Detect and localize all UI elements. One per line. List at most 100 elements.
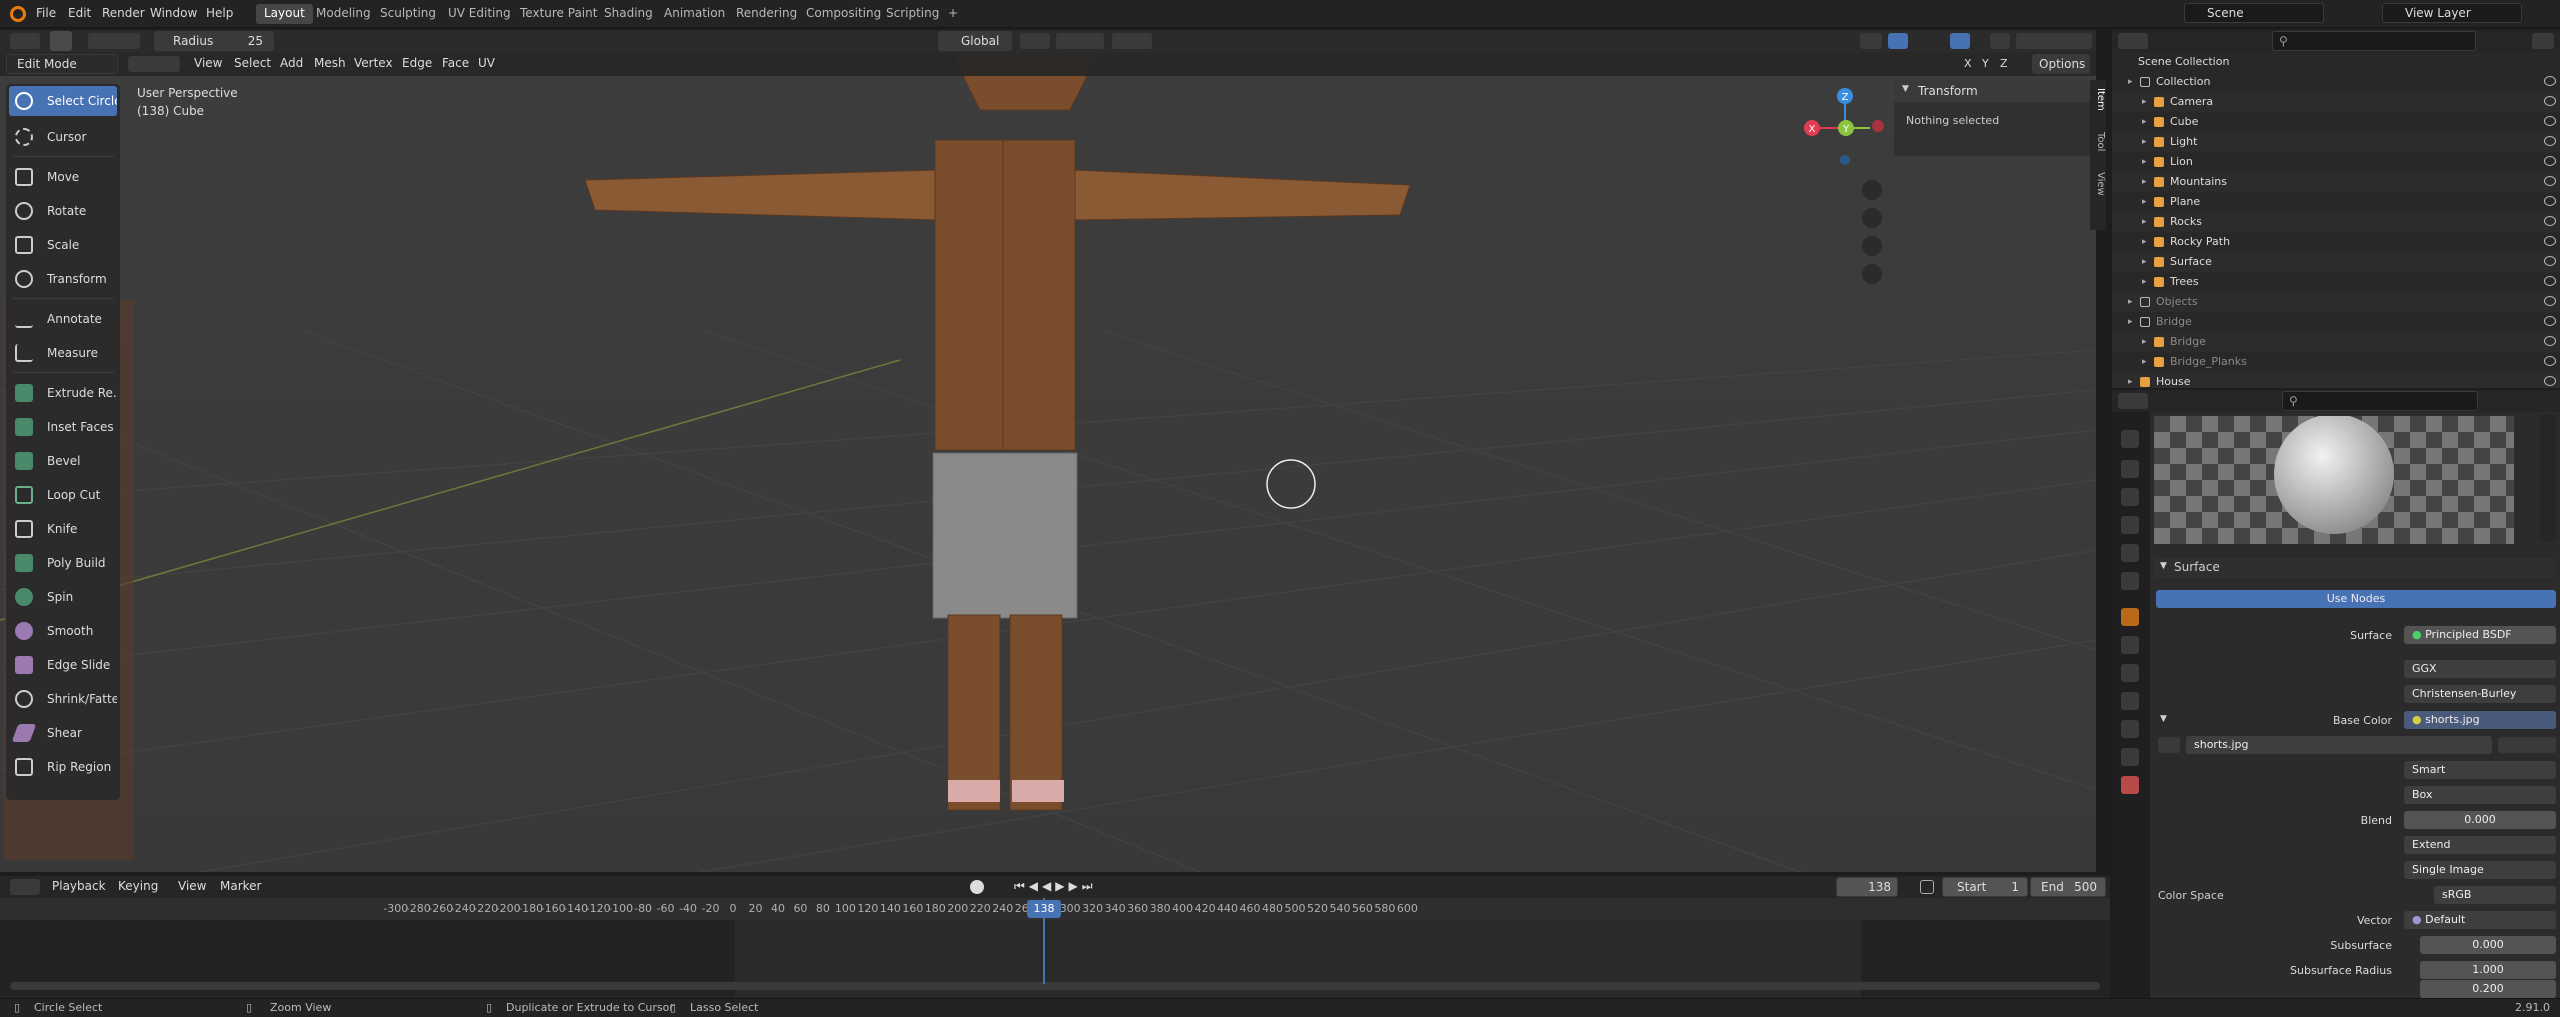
blender-logo-icon[interactable] bbox=[10, 6, 26, 22]
3d-viewport[interactable]: Z X Y User Perspective (138) Cube bbox=[0, 30, 2096, 872]
tool-rotate[interactable]: Rotate bbox=[9, 196, 117, 226]
xray-icon[interactable] bbox=[1990, 33, 2010, 49]
workspace-tab-compositing[interactable]: Compositing bbox=[798, 4, 889, 24]
menu-file[interactable]: File bbox=[36, 6, 56, 20]
playhead-frame-label[interactable]: 138 bbox=[1027, 900, 1061, 918]
expand-arrow-icon[interactable]: ▸ bbox=[2142, 272, 2147, 292]
expand-arrow-icon[interactable]: ▸ bbox=[2128, 292, 2133, 312]
eye-icon[interactable] bbox=[2544, 96, 2556, 106]
outliner-item-objects[interactable]: ▸ Objects bbox=[2112, 292, 2560, 312]
properties-search-input[interactable]: ⚲ bbox=[2282, 391, 2478, 411]
workspace-tab-animation[interactable]: Animation bbox=[656, 4, 733, 24]
ortho-grid-icon[interactable] bbox=[1862, 264, 1882, 284]
view-layer-selector[interactable]: View Layer bbox=[2382, 3, 2522, 23]
eye-icon[interactable] bbox=[2544, 276, 2556, 286]
menu-edit[interactable]: Edit bbox=[68, 6, 91, 20]
end-frame-field[interactable]: End 500 bbox=[2030, 877, 2106, 897]
expand-arrow-icon[interactable]: ▸ bbox=[2142, 92, 2147, 112]
physics-props-icon[interactable] bbox=[2121, 692, 2139, 710]
tool-smooth[interactable]: Smooth bbox=[9, 616, 117, 646]
source-dropdown[interactable]: Single Image bbox=[2404, 861, 2556, 879]
mesh-select-mode-icon[interactable] bbox=[128, 56, 180, 72]
preview-range-icon[interactable] bbox=[1920, 880, 1934, 894]
workspace-tab-shading[interactable]: Shading bbox=[596, 4, 661, 24]
eye-icon[interactable] bbox=[2544, 76, 2556, 86]
camera-view-icon[interactable] bbox=[1862, 236, 1882, 256]
menu-mesh[interactable]: Mesh bbox=[308, 55, 352, 73]
timeline-editor-type-icon[interactable] bbox=[10, 879, 40, 895]
record-icon[interactable] bbox=[970, 880, 984, 894]
select-mode-buttons[interactable] bbox=[88, 33, 140, 49]
axis-y-toggle[interactable]: Y bbox=[1976, 56, 1995, 74]
subsurface-radius-y-field[interactable]: 0.200 bbox=[2420, 980, 2556, 998]
expand-arrow-icon[interactable]: ▸ bbox=[2142, 172, 2147, 192]
tool-props-icon[interactable] bbox=[2121, 430, 2139, 448]
menu-vertex[interactable]: Vertex bbox=[348, 55, 399, 73]
surface-shader-field[interactable]: ● Principled BSDF bbox=[2404, 626, 2556, 644]
menu-select[interactable]: Select bbox=[228, 55, 277, 73]
tool-shrink-fatten[interactable]: Shrink/Fatten bbox=[9, 684, 117, 714]
menu-view[interactable]: View bbox=[188, 55, 228, 73]
transform-panel-header[interactable]: ▼ Transform bbox=[1894, 80, 2090, 102]
particle-props-icon[interactable] bbox=[2121, 664, 2139, 682]
outliner-item-camera[interactable]: ▸ Camera bbox=[2112, 92, 2560, 112]
outliner-item-trees[interactable]: ▸ Trees bbox=[2112, 272, 2560, 292]
tool-bevel[interactable]: Bevel bbox=[9, 446, 117, 476]
eye-icon[interactable] bbox=[2544, 296, 2556, 306]
pan-hand-icon[interactable] bbox=[1862, 208, 1882, 228]
outliner-root[interactable]: Scene Collection bbox=[2112, 52, 2560, 72]
constraint-props-icon[interactable] bbox=[2121, 720, 2139, 738]
workspace-tab-sculpting[interactable]: Sculpting bbox=[372, 4, 444, 24]
menu-window[interactable]: Window bbox=[150, 6, 197, 20]
overlay-toggle-icon[interactable] bbox=[1950, 33, 1970, 49]
axis-z-toggle[interactable]: Z bbox=[1994, 56, 2014, 74]
interpolation-dropdown[interactable]: Smart bbox=[2404, 761, 2556, 779]
zoom-icon[interactable] bbox=[1862, 180, 1882, 200]
tool-scale[interactable]: Scale bbox=[9, 230, 117, 260]
eye-icon[interactable] bbox=[2544, 176, 2556, 186]
tool-loop-cut[interactable]: Loop Cut bbox=[9, 480, 117, 510]
outliner-item-surface[interactable]: ▸ Surface bbox=[2112, 252, 2560, 272]
gizmo-toggle-icon[interactable] bbox=[1888, 33, 1908, 49]
filter-icon[interactable] bbox=[2532, 33, 2554, 49]
scene-props-icon[interactable] bbox=[2121, 544, 2139, 562]
current-frame-field[interactable]: 138 bbox=[1836, 877, 1898, 897]
tool-cursor[interactable]: Cursor bbox=[9, 122, 117, 152]
outliner-item-bridge[interactable]: ▸ Bridge bbox=[2112, 332, 2560, 352]
base-color-field[interactable]: ● shorts.jpg bbox=[2404, 711, 2556, 729]
view-layer-props-icon[interactable] bbox=[2121, 516, 2139, 534]
tool-inset-faces[interactable]: Inset Faces bbox=[9, 412, 117, 442]
base-color-expand-icon[interactable]: ▼ bbox=[2160, 714, 2167, 724]
tool-circle-icon[interactable] bbox=[50, 31, 72, 51]
eye-icon[interactable] bbox=[2544, 116, 2556, 126]
menu-keying[interactable]: Keying bbox=[112, 878, 164, 896]
expand-arrow-icon[interactable]: ▸ bbox=[2128, 312, 2133, 332]
add-workspace-button[interactable]: + bbox=[940, 4, 966, 24]
image-actions-icon[interactable] bbox=[2498, 737, 2556, 753]
proportional-edit-icon[interactable] bbox=[1112, 33, 1152, 49]
expand-arrow-icon[interactable]: ▸ bbox=[2142, 132, 2147, 152]
menu-help[interactable]: Help bbox=[206, 6, 233, 20]
tool-edge-slide[interactable]: Edge Slide bbox=[9, 650, 117, 680]
snap-icon[interactable] bbox=[1056, 33, 1104, 49]
workspace-tab-modeling[interactable]: Modeling bbox=[308, 4, 379, 24]
tool-measure[interactable]: Measure bbox=[9, 338, 117, 368]
eye-icon[interactable] bbox=[2544, 136, 2556, 146]
subsurface-field[interactable]: 0.000 bbox=[2420, 936, 2556, 954]
options-dropdown[interactable]: Options bbox=[2032, 54, 2090, 74]
workspace-tab-scripting[interactable]: Scripting bbox=[878, 4, 947, 24]
data-props-icon[interactable] bbox=[2121, 748, 2139, 766]
output-props-icon[interactable] bbox=[2121, 488, 2139, 506]
timeline-scrollbar[interactable] bbox=[10, 982, 2100, 990]
workspace-tab-uv-editing[interactable]: UV Editing bbox=[440, 4, 519, 24]
eye-icon[interactable] bbox=[2544, 356, 2556, 366]
menu-playback[interactable]: Playback bbox=[46, 878, 112, 896]
extension-dropdown[interactable]: Extend bbox=[2404, 836, 2556, 854]
eye-icon[interactable] bbox=[2544, 376, 2556, 386]
outliner-item-mountains[interactable]: ▸ Mountains bbox=[2112, 172, 2560, 192]
editor-type-icon[interactable] bbox=[10, 33, 40, 49]
menu-render[interactable]: Render bbox=[102, 6, 145, 20]
outliner-item-bridge-planks[interactable]: ▸ Bridge_Planks bbox=[2112, 352, 2560, 372]
tool-select-circle[interactable]: Select Circle bbox=[9, 86, 117, 116]
expand-arrow-icon[interactable]: ▸ bbox=[2142, 152, 2147, 172]
